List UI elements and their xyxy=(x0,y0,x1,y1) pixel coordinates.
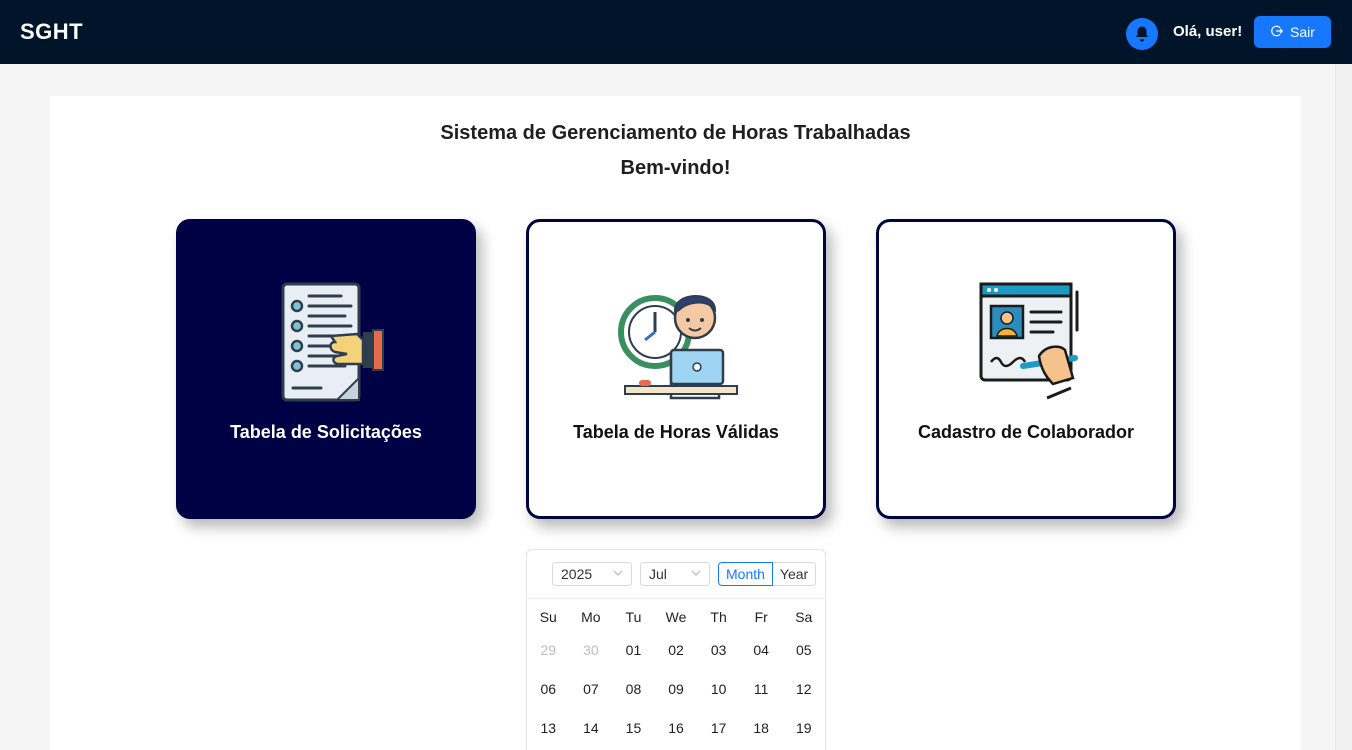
card-label: Cadastro de Colaborador xyxy=(917,422,1135,442)
calendar-day[interactable]: 30 xyxy=(570,642,613,658)
calendar-day[interactable]: 02 xyxy=(655,642,698,658)
mode-month-button[interactable]: Month xyxy=(718,562,773,586)
calendar-day[interactable]: 14 xyxy=(570,720,613,736)
calendar-day[interactable]: 10 xyxy=(697,681,740,697)
card-cadastro-colaborador[interactable]: Cadastro de Colaborador xyxy=(876,219,1176,519)
chevron-down-icon xyxy=(691,570,701,576)
card-label: Tabela de Solicitações xyxy=(230,422,422,442)
calendar-widget: 2025 Jul Month Year Su Mo Tu We Th Fr Sa xyxy=(526,549,826,750)
calendar-day[interactable]: 04 xyxy=(740,642,783,658)
weekday-header-row: Su Mo Tu We Th Fr Sa xyxy=(527,604,825,630)
chevron-down-icon xyxy=(613,570,623,576)
month-select[interactable]: Jul xyxy=(640,562,710,586)
logout-button[interactable]: Sair xyxy=(1254,16,1331,48)
app-brand: SGHT xyxy=(20,19,84,44)
calendar-day[interactable]: 19 xyxy=(782,720,825,736)
page-title: Sistema de Gerenciamento de Horas Trabal… xyxy=(440,122,911,144)
calendar-day[interactable]: 08 xyxy=(612,681,655,697)
year-value: 2025 xyxy=(561,566,593,582)
month-value: Jul xyxy=(649,566,667,582)
calendar-day[interactable]: 12 xyxy=(782,681,825,697)
worker-clock-icon xyxy=(611,280,741,405)
calendar-day[interactable]: 17 xyxy=(697,720,740,736)
weekday-label: Fr xyxy=(754,609,768,625)
calendar-day[interactable]: 29 xyxy=(527,642,570,658)
page-scrollbar[interactable] xyxy=(1335,64,1352,750)
card-solicitacoes[interactable]: Tabela de Solicitações xyxy=(176,219,476,519)
calendar-day[interactable]: 05 xyxy=(782,642,825,658)
card-horas-validas[interactable]: Tabela de Horas Válidas xyxy=(526,219,826,519)
calendar-week-row: 29 30 01 02 03 04 05 xyxy=(527,630,825,669)
card-label: Tabela de Horas Válidas xyxy=(573,422,779,442)
weekday-label: Mo xyxy=(581,609,601,625)
calendar-grid: Su Mo Tu We Th Fr Sa 29 30 01 02 03 04 0… xyxy=(527,604,825,747)
calendar-day[interactable]: 07 xyxy=(570,681,613,697)
profile-signing-icon xyxy=(961,280,1091,405)
mode-switch: Month Year xyxy=(718,562,817,586)
weekday-label: We xyxy=(665,609,687,625)
logout-label: Sair xyxy=(1290,24,1315,40)
calendar-week-row: 06 07 08 09 10 11 12 xyxy=(527,669,825,708)
year-select[interactable]: 2025 xyxy=(552,562,632,586)
calendar-day[interactable]: 18 xyxy=(740,720,783,736)
calendar-day[interactable]: 15 xyxy=(612,720,655,736)
calendar-day[interactable]: 01 xyxy=(612,642,655,658)
calendar-day[interactable]: 16 xyxy=(655,720,698,736)
weekday-label: Tu xyxy=(625,609,642,625)
calendar-header: 2025 Jul Month Year xyxy=(527,550,825,599)
main-content: Sistema de Gerenciamento de Horas Trabal… xyxy=(50,96,1301,750)
calendar-day[interactable]: 11 xyxy=(740,681,783,697)
calendar-day[interactable]: 13 xyxy=(527,720,570,736)
logout-icon xyxy=(1270,24,1284,41)
welcome-text: Bem-vindo! xyxy=(620,157,731,179)
weekday-label: Su xyxy=(539,609,557,625)
weekday-label: Sa xyxy=(795,609,813,625)
calendar-day[interactable]: 09 xyxy=(655,681,698,697)
bell-icon[interactable] xyxy=(1126,18,1158,50)
document-request-icon xyxy=(261,280,391,405)
calendar-day[interactable]: 06 xyxy=(527,681,570,697)
calendar-week-row: 13 14 15 16 17 18 19 xyxy=(527,708,825,747)
top-navbar: SGHT Olá, user! Sair xyxy=(0,0,1352,64)
mode-year-button[interactable]: Year xyxy=(772,562,817,586)
user-greeting: Olá, user! xyxy=(1173,23,1243,40)
calendar-day[interactable]: 03 xyxy=(697,642,740,658)
weekday-label: Th xyxy=(710,609,727,625)
